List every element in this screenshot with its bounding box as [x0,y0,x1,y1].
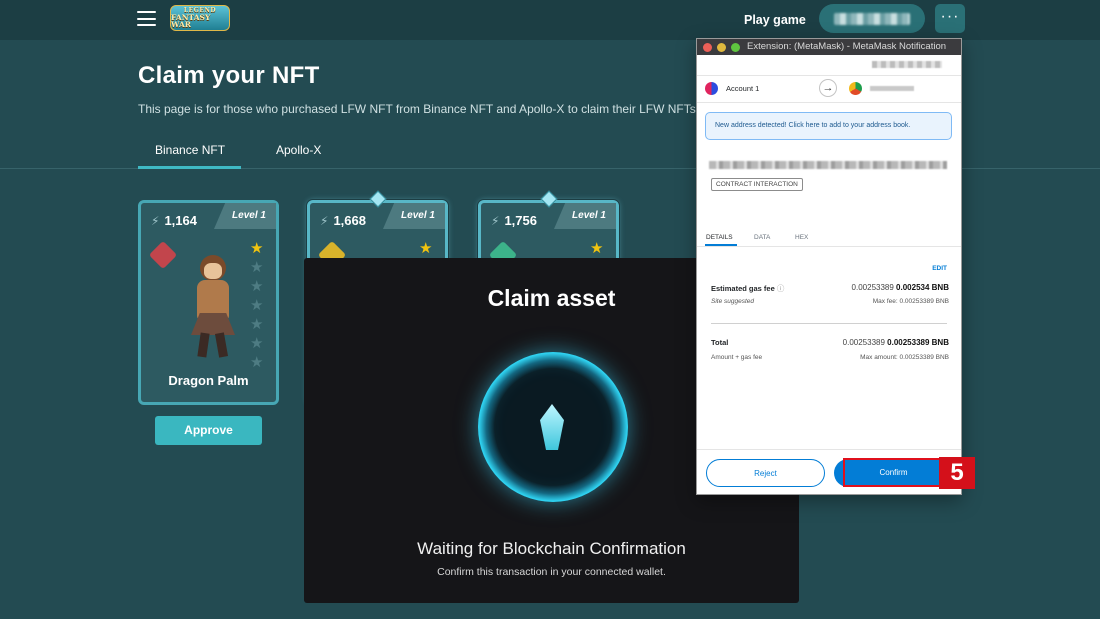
card-gem-ornament [540,190,558,208]
star-rating: ★ ★ ★ ★ ★ ★ ★ [250,239,266,372]
card-power: ⚡ 1,164 [151,213,197,228]
confirm-highlight-box [843,458,942,487]
card-name: Dragon Palm [168,373,249,388]
star-icon: ★ [250,259,264,276]
total-value-light: 0.00253389 [842,338,885,347]
contract-interaction-tag: CONTRACT INTERACTION [711,178,803,191]
close-window-icon[interactable] [703,43,712,52]
tab-hex[interactable]: HEX [795,234,808,241]
divider [697,449,961,450]
star-icon: ★ [250,240,264,257]
minimize-window-icon[interactable] [717,43,726,52]
arrow-right-icon: → [819,79,837,97]
card-power-value: 1,164 [164,213,197,228]
gas-fee-value-light: 0.00253389 [851,283,894,292]
card-level-badge: Level 1 [383,203,445,229]
power-icon: ⚡ [320,214,329,228]
total-unit: BNB [931,338,949,347]
card-level-badge: Level 1 [214,203,276,229]
info-icon[interactable]: ⓘ [777,284,785,293]
total-label: Total [711,338,729,347]
nft-card-dragon-palm[interactable]: ⚡ 1,164 Level 1 ★ ★ ★ ★ ★ ★ ★ Dragon Palm [138,200,279,405]
star-icon: ★ [250,297,264,314]
card-power-value: 1,756 [504,213,537,228]
divider [697,75,961,76]
maximize-window-icon[interactable] [731,43,740,52]
total-value-bold: 0.00253389 [887,338,930,347]
divider [697,246,961,247]
legend-fantasy-war-logo[interactable]: LEGEND FANTASY WAR [170,5,230,31]
power-icon: ⚡ [151,214,160,228]
max-amount: Max amount: 0.00253389 BNB [860,354,949,361]
waiting-hint: Confirm this transaction in your connect… [437,566,666,578]
power-icon: ⚡ [491,214,500,228]
window-titlebar: Extension: (MetaMask) - MetaMask Notific… [697,39,961,55]
play-game-link[interactable]: Play game [744,13,806,27]
divider [711,323,947,324]
account-name: Account 1 [726,84,760,93]
star-rating: ★ [419,239,435,258]
gas-fee-value: 0.00253389 0.002534 BNB [852,283,949,292]
gas-fee-value-bold: 0.002534 [896,283,930,292]
card-gem-ornament [369,190,387,208]
star-icon: ★ [250,316,264,333]
network-redacted [872,61,942,68]
metamask-notification-window: Extension: (MetaMask) - MetaMask Notific… [696,38,962,495]
step-number-badge: 5 [939,457,975,489]
to-address[interactable] [849,82,914,95]
star-icon: ★ [250,354,264,371]
card-power: ⚡ 1,668 [320,213,366,228]
window-title: Extension: (MetaMask) - MetaMask Notific… [747,41,947,52]
star-icon: ★ [590,240,604,257]
wallet-address-button[interactable] [819,4,925,33]
character-portrait [185,255,241,359]
waiting-status: Waiting for Blockchain Confirmation [417,539,686,558]
logo-line2: FANTASY WAR [171,12,211,29]
gas-fee-label: Estimated gas fee ⓘ [711,283,784,294]
divider [697,102,961,103]
new-address-notice[interactable]: New address detected! Click here to add … [705,112,952,140]
account-avatar [705,82,718,95]
origin-redacted [709,161,947,169]
tab-apollo-x[interactable]: Apollo-X [276,143,321,157]
tab-details[interactable]: DETAILS [706,234,733,241]
more-options-button[interactable]: ··· [935,4,965,33]
active-tab-indicator [705,244,737,246]
star-rating: ★ [590,239,606,258]
star-icon: ★ [419,240,433,257]
card-level-badge: Level 1 [554,203,616,229]
edit-gas-link[interactable]: EDIT [932,265,947,272]
gas-fee-label-text: Estimated gas fee [711,284,775,293]
star-icon: ★ [250,278,264,295]
from-account[interactable]: Account 1 [705,82,759,95]
recipient-avatar [849,82,862,95]
card-power-value: 1,668 [333,213,366,228]
tab-data[interactable]: DATA [754,234,770,241]
gas-fee-sub: Site suggested [711,298,755,305]
gas-fee-unit: BNB [931,283,949,292]
star-icon: ★ [250,335,264,352]
element-icon [148,240,178,270]
tab-binance-nft[interactable]: Binance NFT [155,143,225,157]
reject-button[interactable]: Reject [706,459,825,487]
wallet-address-redacted [834,12,910,25]
recipient-address-redacted [870,86,914,91]
max-fee: Max fee: 0.00253389 BNB [872,298,949,305]
hamburger-menu-icon[interactable] [137,11,156,26]
card-power: ⚡ 1,756 [491,213,537,228]
total-value: 0.00253389 0.00253389 BNB [843,338,949,347]
active-tab-indicator [138,166,241,169]
page-title: Claim your NFT [138,62,320,89]
page-description: This page is for those who purchased LFW… [138,102,700,116]
total-sub: Amount + gas fee [711,354,763,361]
approve-button[interactable]: Approve [155,416,262,445]
top-bar: LEGEND FANTASY WAR Play game ··· [0,0,1100,40]
